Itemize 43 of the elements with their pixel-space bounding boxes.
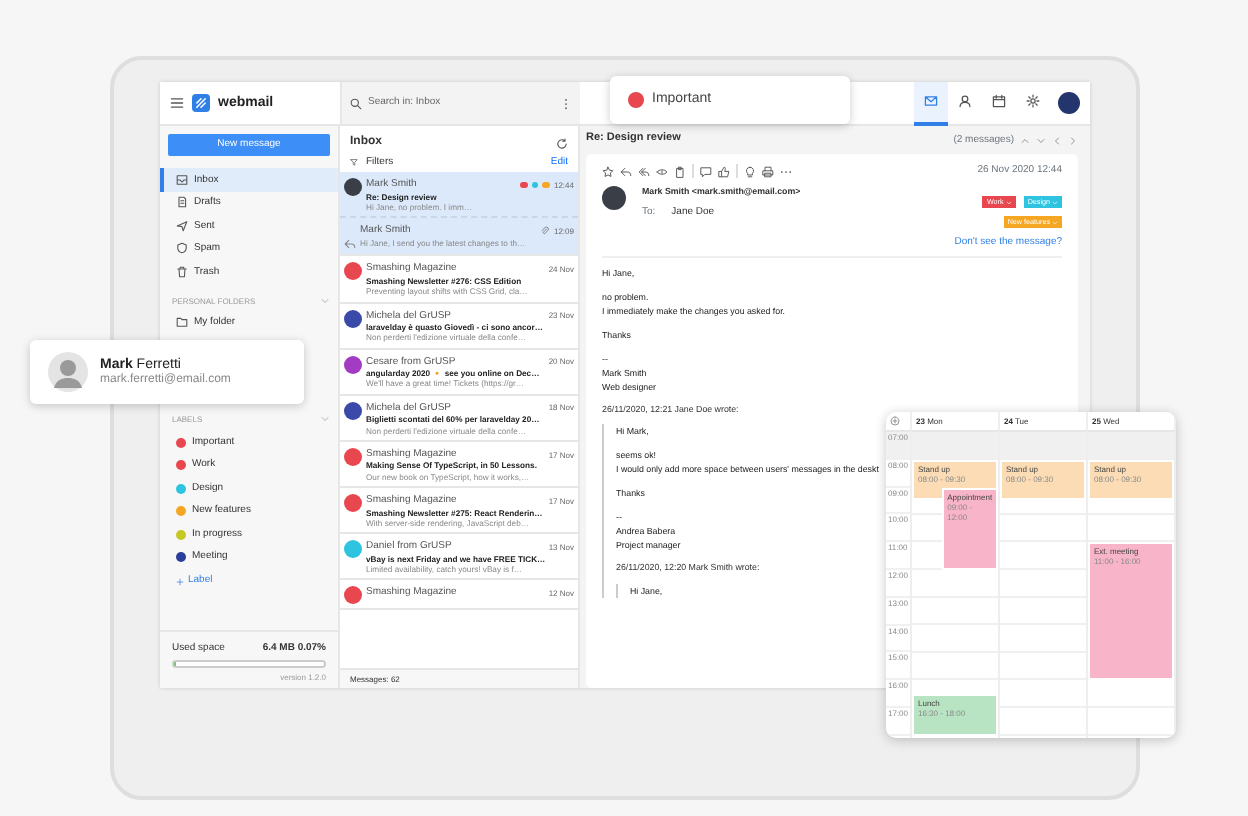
more-icon: [560, 97, 572, 109]
avatar-icon: [48, 352, 88, 392]
sender-avatar: [602, 186, 626, 210]
star-icon: [602, 165, 614, 177]
chevron-down-icon: [320, 414, 330, 425]
document-icon: [176, 196, 188, 209]
clipboard-icon: [674, 165, 686, 177]
contacts-icon: [958, 94, 972, 108]
plus-icon: [176, 577, 184, 586]
filter-icon: [350, 158, 358, 167]
shield-icon: [176, 242, 188, 255]
inbox-icon: [176, 173, 188, 186]
chevron-left-icon: [1052, 135, 1062, 145]
logo-icon: [192, 94, 210, 112]
mail-tab[interactable]: [914, 81, 948, 125]
chevron-right-icon: [1068, 135, 1078, 145]
user-avatar[interactable]: [1058, 92, 1080, 114]
print-icon: [762, 165, 774, 177]
add-event-icon: [890, 416, 900, 426]
paper-plane-icon: [176, 219, 188, 232]
caret-icon: [1005, 199, 1012, 205]
menu-icon: [170, 96, 184, 110]
thumbs-up-icon: [718, 165, 730, 177]
chevron-down-icon: [1036, 135, 1046, 145]
reply-icon: [344, 238, 356, 251]
chat-icon: [700, 165, 712, 177]
search-icon: [350, 97, 362, 109]
reply-all-icon: [638, 165, 650, 177]
mail-icon: [924, 94, 938, 108]
reply-icon: [620, 165, 632, 177]
calendar-icon: [992, 94, 1006, 108]
settings-icon: [1026, 94, 1040, 108]
eye-icon: [656, 165, 668, 177]
trash-icon: [176, 265, 188, 278]
caret-icon: [1052, 199, 1058, 205]
chevron-up-icon: [1020, 135, 1030, 145]
caret-icon: [1052, 219, 1058, 225]
lightbulb-icon: [744, 165, 756, 177]
paperclip-icon: [539, 226, 550, 237]
chevron-down-icon: [320, 295, 330, 306]
more-icon: [780, 165, 792, 177]
folder-icon: [176, 316, 188, 329]
refresh-icon: [556, 137, 568, 150]
